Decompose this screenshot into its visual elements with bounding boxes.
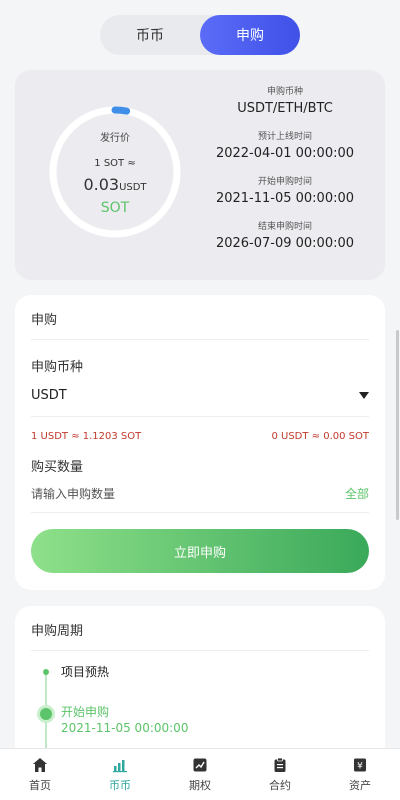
- nav-label: 合约: [269, 778, 291, 792]
- info-label: 结束申购时间: [257, 222, 312, 232]
- timeline-step-warmup: 项目预热: [61, 665, 110, 679]
- info-label: 开始申购时间: [257, 177, 312, 187]
- conversion-rates: 1 USDT ≈ 1.1203 SOT 0 USDT ≈ 0.00 SOT: [31, 431, 369, 442]
- wallet-icon: ¥: [354, 758, 366, 771]
- price-unit: USDT: [119, 181, 147, 193]
- issue-price-label: 发行价: [100, 132, 130, 144]
- info-value: 2022-04-01 00:00:00: [215, 146, 355, 161]
- subscribe-period-card: 申购周期 项目预热 开始申购 2021-11-05 00:00:00: [15, 606, 385, 766]
- schedule-info: 申购币种 USDT/ETH/BTC 预计上线时间 2022-04-01 00:0…: [200, 86, 370, 266]
- top-tab-switcher: 币币 申购: [100, 15, 300, 55]
- info-label: 申购币种: [266, 87, 303, 97]
- unit-rate: 1 USDT ≈ 1.1203 SOT: [31, 431, 142, 442]
- quantity-input[interactable]: [31, 486, 281, 501]
- nav-spot[interactable]: 币币: [80, 749, 160, 800]
- coin-symbol: SOT: [100, 199, 130, 216]
- timeline-dot-current: [40, 708, 52, 720]
- period-title: 申购周期: [31, 606, 369, 651]
- currency-label: 申购币种: [31, 360, 84, 375]
- nav-label: 资产: [349, 778, 371, 792]
- total-rate: 0 USDT ≈ 0.00 SOT: [271, 431, 369, 442]
- info-value: 2026-07-09 00:00:00: [215, 236, 355, 251]
- currency-select[interactable]: USDT: [31, 375, 369, 417]
- quantity-row: 全部: [31, 475, 369, 513]
- info-value: 2021-11-05 00:00:00: [215, 191, 355, 206]
- info-label: 预计上线时间: [257, 132, 312, 142]
- info-launch-time: 预计上线时间 2022-04-01 00:00:00: [200, 131, 370, 165]
- home-icon: [33, 757, 47, 772]
- nav-home[interactable]: 首页: [0, 749, 80, 800]
- timeline-step-start-time: 2021-11-05 00:00:00: [61, 721, 189, 735]
- subscribe-title: 申购: [31, 295, 369, 340]
- price-display: 发行价 1 SOT ≈ 0.03USDT SOT: [48, 105, 182, 239]
- subscribe-now-button[interactable]: 立即申购: [31, 529, 369, 573]
- subscribe-form-card: 申购 申购币种 USDT 1 USDT ≈ 1.1203 SOT 0 USDT …: [15, 295, 385, 590]
- info-end-time: 结束申购时间 2026-07-09 00:00:00: [200, 221, 370, 255]
- timeline-step-start: 开始申购: [61, 705, 110, 719]
- bottom-nav: 首页 币币 期权 合约 ¥ 资产: [0, 748, 400, 800]
- timeline-dot: [43, 669, 49, 675]
- issuance-info-card: 发行价 1 SOT ≈ 0.03USDT SOT 申购币种 USDT/ETH/B…: [15, 70, 385, 280]
- svg-text:¥: ¥: [357, 761, 363, 771]
- price-number: 0.03: [83, 174, 120, 194]
- currency-value: USDT: [31, 388, 67, 403]
- nav-label: 期权: [189, 778, 211, 792]
- rate-line: 1 SOT ≈: [94, 157, 136, 169]
- clipboard-icon: [274, 757, 286, 772]
- info-currency: 申购币种 USDT/ETH/BTC: [200, 86, 370, 120]
- nav-label: 币币: [109, 778, 131, 792]
- nav-assets[interactable]: ¥ 资产: [320, 749, 400, 800]
- trend-icon: [193, 758, 207, 771]
- tab-spot[interactable]: 币币: [100, 15, 200, 55]
- nav-contract[interactable]: 合约: [240, 749, 320, 800]
- info-start-time: 开始申购时间 2021-11-05 00:00:00: [200, 176, 370, 210]
- tab-subscribe[interactable]: 申购: [200, 15, 300, 55]
- info-value: USDT/ETH/BTC: [237, 101, 333, 116]
- bar-chart-icon: [113, 759, 127, 772]
- scrollbar[interactable]: [396, 330, 399, 520]
- nav-label: 首页: [29, 778, 51, 792]
- nav-options[interactable]: 期权: [160, 749, 240, 800]
- all-button[interactable]: 全部: [345, 485, 369, 502]
- quantity-label: 购买数量: [31, 460, 84, 475]
- issue-price-value: 0.03USDT: [83, 175, 146, 194]
- caret-down-icon: [359, 392, 369, 399]
